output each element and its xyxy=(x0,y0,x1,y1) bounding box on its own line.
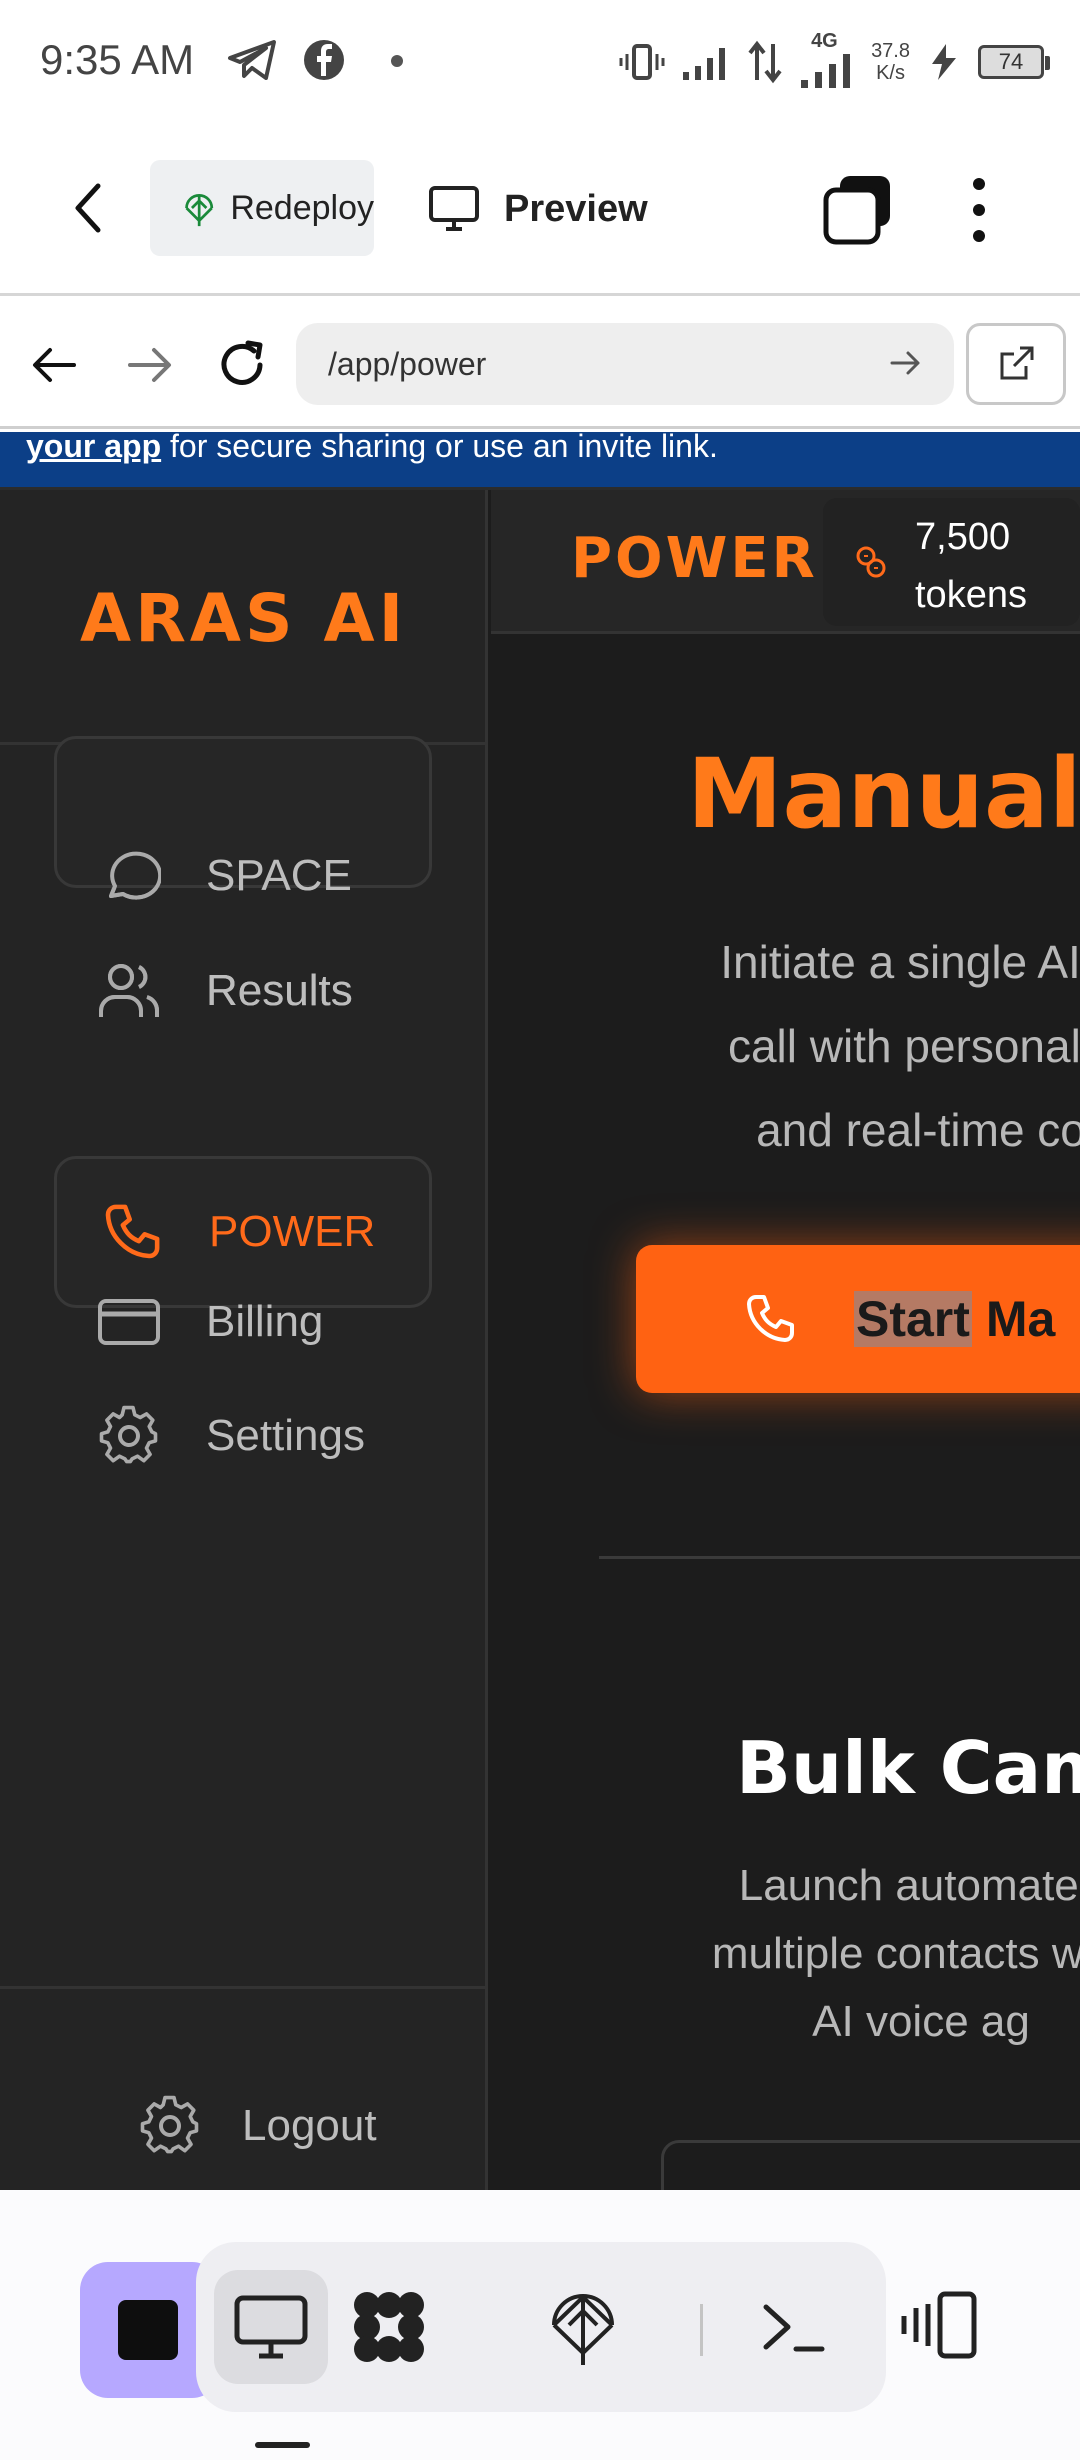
vibrate-icon xyxy=(619,44,665,80)
deploy-tool-button[interactable] xyxy=(526,2270,640,2384)
redeploy-tab[interactable]: Redeploy xyxy=(150,160,374,256)
facebook-icon xyxy=(304,40,344,80)
selected-text: Start xyxy=(854,1291,972,1347)
manual-desc-line: Initiate a single AI-p xyxy=(720,936,1080,988)
data-transfer-icon xyxy=(748,40,782,84)
back-arrow-icon[interactable] xyxy=(60,178,120,238)
net-speed-value: 37.8 xyxy=(871,40,910,62)
page-title: POWER xyxy=(571,526,818,591)
knot-icon xyxy=(354,2292,424,2362)
go-arrow-icon[interactable] xyxy=(886,343,926,383)
preview-tool-button[interactable] xyxy=(214,2270,328,2384)
preview-tab[interactable]: Preview xyxy=(428,174,648,244)
bulk-campaign-description: Launch automated multiple contacts with … xyxy=(551,1852,1080,2056)
sidebar-nav-upper: SPACE Results xyxy=(0,490,488,1190)
tool-switcher xyxy=(196,2242,886,2412)
banner-link[interactable]: your app xyxy=(26,432,161,464)
preview-label: Preview xyxy=(504,187,648,230)
bulk-campaign-title: Bulk Cam xyxy=(736,1726,1080,1810)
open-external-button[interactable] xyxy=(966,323,1066,405)
logout-button[interactable]: Logout xyxy=(0,2094,377,2158)
integrations-tool-button[interactable] xyxy=(332,2270,446,2384)
sidebar-divider xyxy=(0,1986,488,1989)
bulk-desc-line: multiple contacts with xyxy=(711,1929,1080,1978)
gear-icon xyxy=(94,1401,164,1471)
credit-card-icon xyxy=(94,1287,164,1357)
manual-call-description: Initiate a single AI-p call with persona… xyxy=(571,920,1080,1172)
token-count: 7,500 tokens xyxy=(915,508,1027,624)
section-divider xyxy=(599,1556,1080,1559)
toolbar-separator xyxy=(700,2304,703,2356)
stop-icon xyxy=(118,2300,178,2360)
sidebar-item-results[interactable]: Results xyxy=(54,915,432,1067)
url-text: /app/power xyxy=(328,345,487,382)
bulk-desc-line: Launch automated xyxy=(738,1861,1080,1910)
chat-bubble-icon xyxy=(94,841,164,911)
external-link-icon xyxy=(1000,346,1034,380)
start-button-label: Start Ma xyxy=(854,1290,1055,1348)
monitor-icon xyxy=(234,2295,308,2359)
main-header: POWER 7,500 tokens xyxy=(491,490,1080,634)
notification-dot-icon xyxy=(391,55,403,67)
reload-icon[interactable] xyxy=(212,335,272,395)
telegram-icon xyxy=(228,40,276,80)
bulk-campaign-card xyxy=(661,2140,1080,2190)
bottom-toolbar xyxy=(0,2190,1080,2460)
users-icon xyxy=(94,956,164,1026)
browser-bar: /app/power xyxy=(0,299,1080,429)
sidebar-item-label: SPACE xyxy=(206,851,352,900)
network-type: 4G xyxy=(811,30,838,52)
token-value: 7,500 xyxy=(915,516,1011,558)
signal-bars-icon xyxy=(801,54,851,88)
net-speed: 37.8 K/s xyxy=(871,40,910,84)
battery-indicator: 74 xyxy=(978,45,1050,79)
banner-text: your app for secure sharing or use an in… xyxy=(26,432,718,465)
tabs-icon[interactable] xyxy=(820,172,896,248)
monitor-icon xyxy=(429,186,479,231)
more-options-icon[interactable] xyxy=(954,172,1004,248)
logout-label: Logout xyxy=(242,2101,377,2150)
sidebar-item-label: Settings xyxy=(206,1411,365,1460)
main-panel: POWER 7,500 tokens Manual Initiate a sin… xyxy=(491,490,1080,2190)
deploy-icon xyxy=(552,2294,614,2365)
charging-icon xyxy=(932,44,956,80)
shell-tool-button[interactable] xyxy=(736,2270,850,2384)
bulk-desc-line: AI voice ag xyxy=(812,1997,1030,2046)
split-view-button[interactable] xyxy=(888,2270,988,2380)
info-banner: your app for secure sharing or use an in… xyxy=(0,432,1080,490)
net-speed-unit: K/s xyxy=(876,62,905,84)
start-manual-call-button[interactable]: Start Ma xyxy=(636,1245,1080,1393)
deploy-icon xyxy=(185,193,214,227)
banner-rest: for secure sharing or use an invite link… xyxy=(161,432,718,464)
browser-back-icon[interactable] xyxy=(24,335,84,395)
url-input[interactable]: /app/power xyxy=(296,323,954,405)
status-bar: 9:35 AM 4G 37.8 K/s 74 xyxy=(0,0,1080,120)
app-top-bar: Redeploy Preview xyxy=(0,120,1080,296)
sidebar-item-label: Results xyxy=(206,966,353,1015)
sidebar-item-label: Billing xyxy=(206,1297,324,1346)
token-balance[interactable]: 7,500 tokens xyxy=(823,498,1080,626)
manual-desc-line: and real-time co xyxy=(756,1104,1080,1156)
phone-icon xyxy=(747,1295,794,1342)
terminal-icon xyxy=(763,2304,825,2352)
manual-call-title: Manual xyxy=(687,738,1080,850)
network-signal: 4G xyxy=(799,30,855,90)
status-time: 9:35 AM xyxy=(40,36,195,83)
home-indicator xyxy=(255,2442,310,2448)
signal-icon xyxy=(683,48,726,80)
sidebar-item-settings[interactable]: Settings xyxy=(54,1360,432,1512)
coins-icon xyxy=(856,546,886,578)
browser-forward-icon[interactable] xyxy=(120,335,180,395)
token-label: tokens xyxy=(915,574,1027,616)
split-view-icon xyxy=(901,2291,977,2359)
button-label-rest: Ma xyxy=(971,1291,1056,1347)
redeploy-label: Redeploy xyxy=(230,188,374,227)
manual-desc-line: call with personaliz xyxy=(727,1020,1080,1072)
gear-icon xyxy=(140,2095,199,2154)
